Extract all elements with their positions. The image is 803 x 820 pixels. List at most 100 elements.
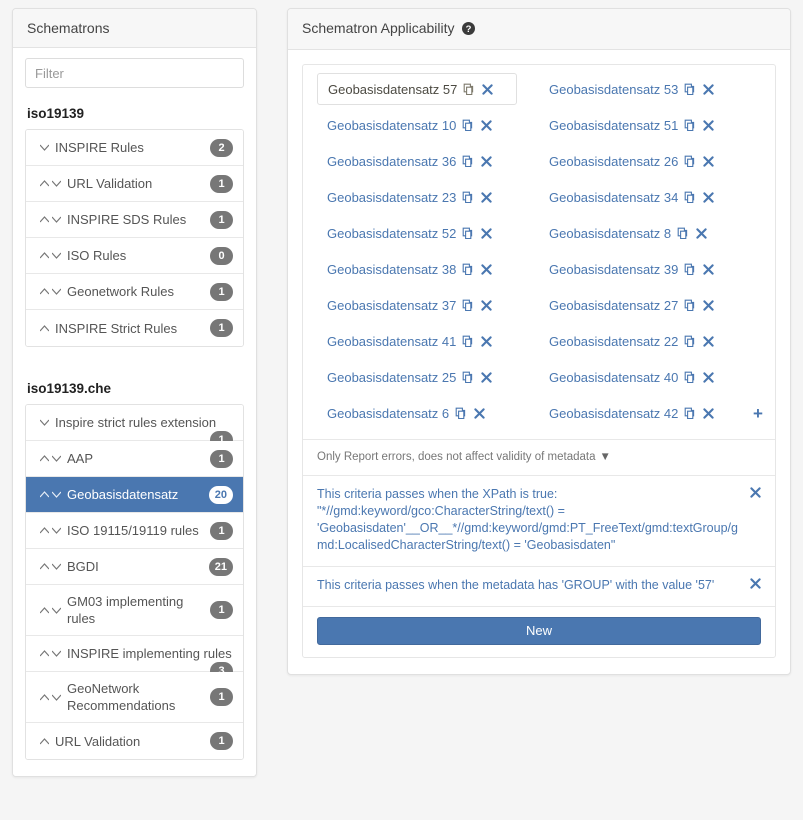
copy-icon[interactable] (684, 371, 697, 384)
chevron-up-icon[interactable] (40, 178, 49, 189)
close-icon[interactable] (481, 263, 493, 275)
copy-icon[interactable] (684, 191, 697, 204)
chevron-down-icon[interactable] (52, 489, 61, 500)
sidebar-item-inspire-implementing-rules[interactable]: INSPIRE implementing rules 3 (26, 636, 243, 680)
chevron-up-icon[interactable] (40, 489, 49, 500)
close-icon[interactable] (703, 263, 715, 275)
sidebar-item-geobasisdatensatz[interactable]: Geobasisdatensatz 20 (26, 477, 243, 513)
close-icon[interactable] (703, 83, 715, 95)
copy-icon[interactable] (462, 191, 475, 204)
schematron-chip[interactable]: Geobasisdatensatz 39 (539, 253, 739, 285)
schematron-chip[interactable]: Geobasisdatensatz 57 (317, 73, 517, 105)
reorder-handles[interactable] (40, 142, 49, 153)
schematron-chip[interactable]: Geobasisdatensatz 34 (539, 181, 739, 213)
chevron-up-icon[interactable] (40, 286, 49, 297)
chevron-down-icon[interactable] (52, 605, 61, 616)
reorder-handles[interactable] (40, 489, 61, 500)
close-icon[interactable] (703, 407, 715, 419)
schematron-chip[interactable]: Geobasisdatensatz 23 (317, 181, 517, 213)
chevron-up-icon[interactable] (40, 692, 49, 703)
copy-icon[interactable] (463, 83, 476, 96)
reorder-handles[interactable] (40, 323, 49, 334)
criteria-item[interactable]: This criteria passes when the XPath is t… (303, 476, 775, 567)
sidebar-item-iso-19115-19119-rules[interactable]: ISO 19115/19119 rules 1 (26, 513, 243, 549)
schematron-chip[interactable]: Geobasisdatensatz 26 (539, 145, 739, 177)
reorder-handles[interactable] (40, 648, 61, 659)
sidebar-item-inspire-rules[interactable]: INSPIRE Rules 2 (26, 130, 243, 166)
schematron-chip[interactable]: Geobasisdatensatz 36 (317, 145, 517, 177)
chevron-down-icon[interactable] (52, 648, 61, 659)
close-icon[interactable] (703, 299, 715, 311)
sidebar-item-inspire-sds-rules[interactable]: INSPIRE SDS Rules 1 (26, 202, 243, 238)
chevron-up-icon[interactable] (40, 214, 49, 225)
chevron-up-icon[interactable] (40, 525, 49, 536)
close-icon[interactable] (750, 487, 761, 498)
chevron-down-icon[interactable] (40, 417, 49, 428)
schematron-chip[interactable]: Geobasisdatensatz 6 (317, 397, 517, 429)
close-icon[interactable] (703, 335, 715, 347)
chevron-down-icon[interactable] (52, 178, 61, 189)
copy-icon[interactable] (462, 263, 475, 276)
reorder-handles[interactable] (40, 605, 61, 616)
close-icon[interactable] (482, 83, 494, 95)
close-icon[interactable] (481, 191, 493, 203)
chevron-up-icon[interactable] (40, 323, 49, 334)
schematron-chip[interactable]: Geobasisdatensatz 8 (539, 217, 739, 249)
schematron-chip[interactable]: Geobasisdatensatz 41 (317, 325, 517, 357)
question-circle-icon[interactable]: ? (462, 22, 476, 38)
sidebar-item-url-validation[interactable]: URL Validation 1 (26, 723, 243, 759)
chevron-up-icon[interactable] (40, 648, 49, 659)
copy-icon[interactable] (462, 119, 475, 132)
criteria-item[interactable]: This criteria passes when the metadata h… (303, 567, 775, 607)
chevron-down-icon[interactable] (52, 250, 61, 261)
close-icon[interactable] (703, 119, 715, 131)
close-icon[interactable] (703, 155, 715, 167)
add-schematron-button[interactable]: + (753, 405, 763, 422)
chevron-down-icon[interactable] (52, 525, 61, 536)
sidebar-item-gm03-implementing-rules[interactable]: GM03 implementing rules 1 (26, 585, 243, 636)
close-icon[interactable] (481, 119, 493, 131)
chevron-down-icon[interactable] (40, 142, 49, 153)
copy-icon[interactable] (684, 155, 697, 168)
close-icon[interactable] (481, 227, 493, 239)
close-icon[interactable] (703, 191, 715, 203)
sidebar-item-aap[interactable]: AAP 1 (26, 441, 243, 477)
reorder-handles[interactable] (40, 417, 49, 428)
schematron-chip[interactable]: Geobasisdatensatz 51 (539, 109, 739, 141)
schematron-chip[interactable]: Geobasisdatensatz 42 (539, 397, 739, 429)
chevron-up-icon[interactable] (40, 453, 49, 464)
schematron-chip[interactable]: Geobasisdatensatz 10 (317, 109, 517, 141)
chevron-down-icon[interactable] (52, 453, 61, 464)
chevron-down-icon[interactable] (52, 286, 61, 297)
reorder-handles[interactable] (40, 250, 61, 261)
copy-icon[interactable] (455, 407, 468, 420)
chevron-down-icon[interactable] (52, 561, 61, 572)
reorder-handles[interactable] (40, 525, 61, 536)
chevron-up-icon[interactable] (40, 250, 49, 261)
schematron-chip[interactable]: Geobasisdatensatz 27 (539, 289, 739, 321)
close-icon[interactable] (481, 371, 493, 383)
copy-icon[interactable] (684, 299, 697, 312)
chevron-up-icon[interactable] (40, 561, 49, 572)
schematron-chip[interactable]: Geobasisdatensatz 25 (317, 361, 517, 393)
copy-icon[interactable] (462, 155, 475, 168)
reorder-handles[interactable] (40, 286, 61, 297)
copy-icon[interactable] (462, 335, 475, 348)
schematron-chip[interactable]: Geobasisdatensatz 53 (539, 73, 739, 105)
sidebar-item-url-validation[interactable]: URL Validation 1 (26, 166, 243, 202)
schematron-chip[interactable]: Geobasisdatensatz 52 (317, 217, 517, 249)
copy-icon[interactable] (462, 371, 475, 384)
sidebar-item-inspire-strict-rules[interactable]: INSPIRE Strict Rules 1 (26, 310, 243, 346)
new-button[interactable]: New (317, 617, 761, 645)
copy-icon[interactable] (684, 407, 697, 420)
copy-icon[interactable] (462, 299, 475, 312)
chevron-up-icon[interactable] (40, 605, 49, 616)
validity-note-row[interactable]: Only Report errors, does not affect vali… (303, 440, 775, 476)
close-icon[interactable] (750, 578, 761, 589)
chevron-up-icon[interactable] (40, 736, 49, 747)
close-icon[interactable] (481, 335, 493, 347)
schematron-chip[interactable]: Geobasisdatensatz 22 (539, 325, 739, 357)
schematron-chip[interactable]: Geobasisdatensatz 38 (317, 253, 517, 285)
reorder-handles[interactable] (40, 178, 61, 189)
sidebar-item-bgdi[interactable]: BGDI 21 (26, 549, 243, 585)
